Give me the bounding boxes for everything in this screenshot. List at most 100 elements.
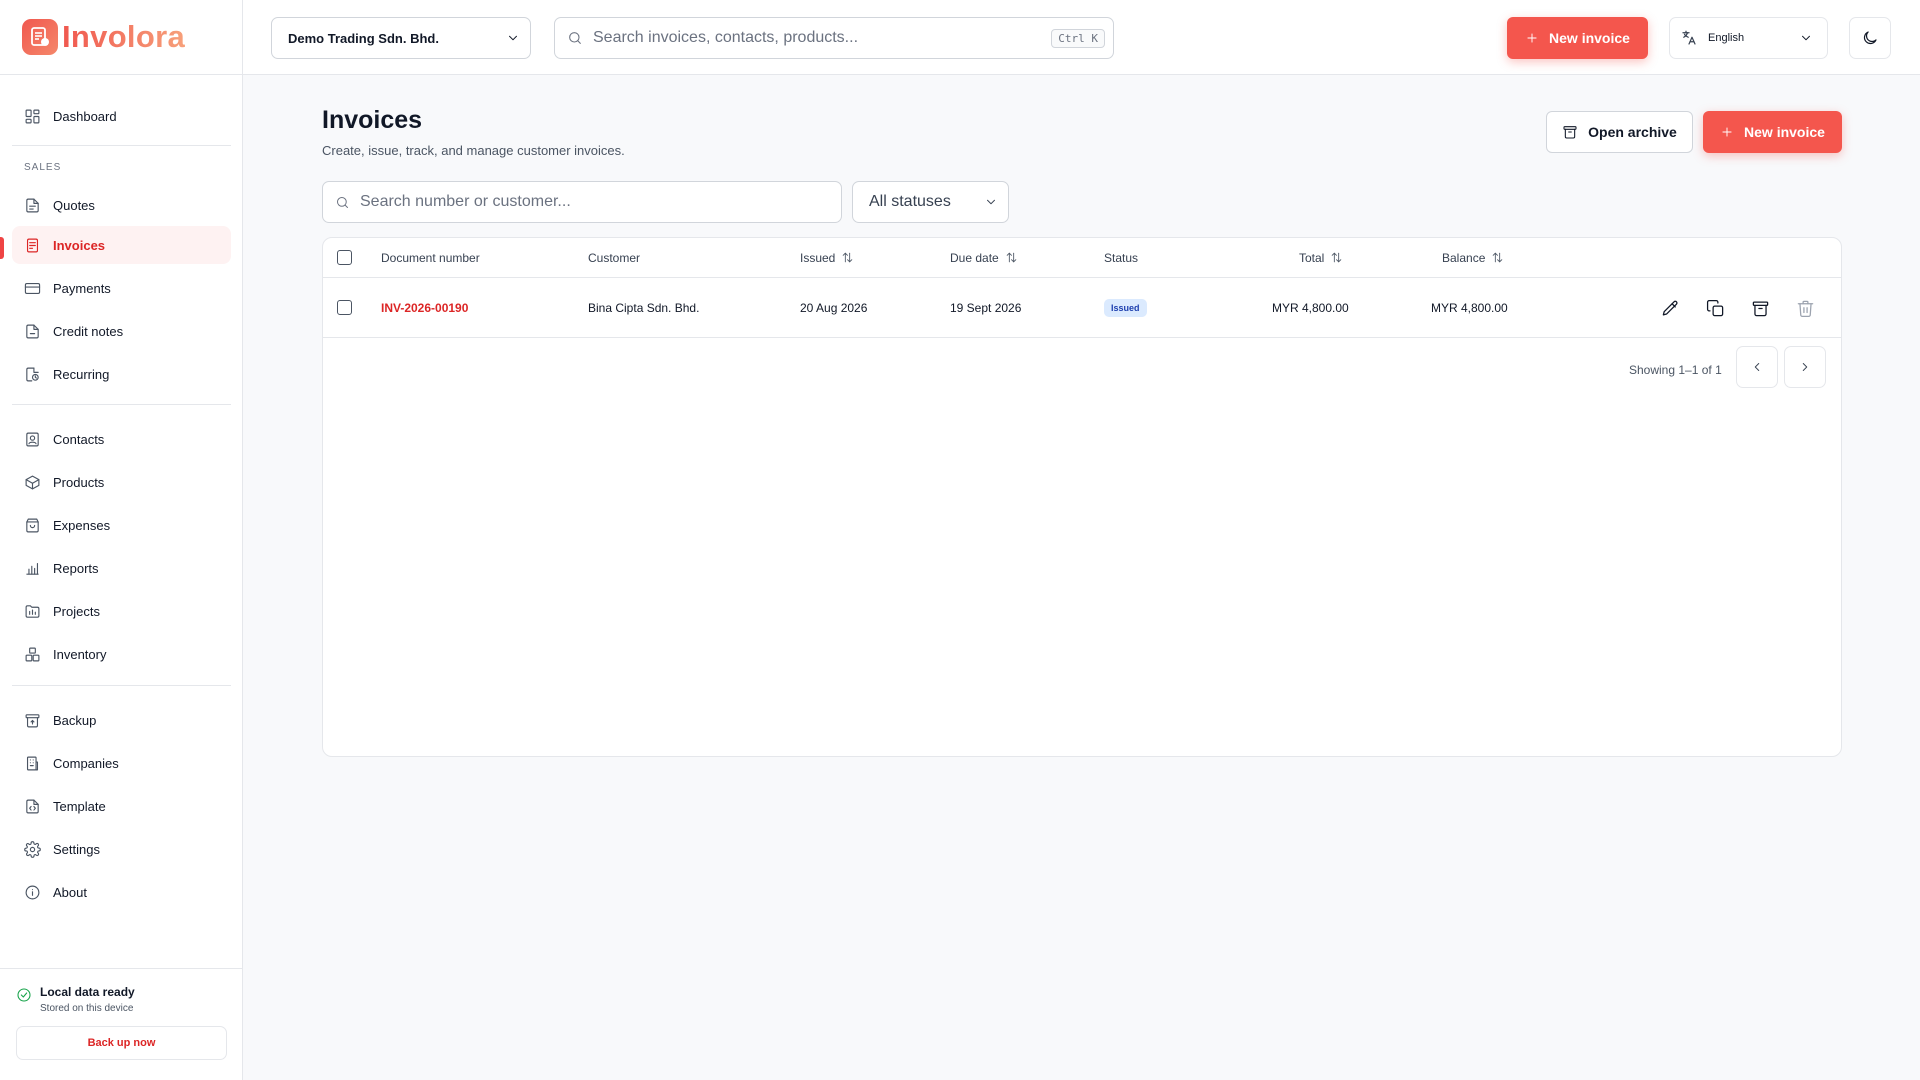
logo-icon xyxy=(22,19,58,55)
sidebar-item-label: Inventory xyxy=(53,646,107,662)
sidebar-item-label: Products xyxy=(53,474,105,490)
delete-button[interactable] xyxy=(1793,296,1817,320)
sort-icon xyxy=(843,252,853,263)
new-invoice-button[interactable]: New invoice xyxy=(1703,111,1842,153)
box-icon xyxy=(25,475,40,489)
cell-total: MYR 4,800.00 xyxy=(1272,300,1349,315)
sidebar-item-label: Reports xyxy=(53,560,99,576)
column-label: Status xyxy=(1104,250,1139,265)
info-icon xyxy=(25,885,40,899)
archive-icon xyxy=(25,713,40,727)
chevron-down-icon xyxy=(987,199,995,205)
edit-button[interactable] xyxy=(1658,296,1682,320)
sidebar-item-inventory[interactable]: Inventory xyxy=(12,635,231,673)
previous-page-button[interactable] xyxy=(1736,346,1778,388)
pencil-icon xyxy=(1662,300,1678,315)
sidebar-item-products[interactable]: Products xyxy=(12,463,231,501)
select-all-checkbox[interactable] xyxy=(337,250,352,265)
column-label: Document number xyxy=(381,250,480,265)
company-select[interactable]: Demo Trading Sdn. Bhd. xyxy=(271,17,531,59)
sidebar-item-label: Contacts xyxy=(53,431,105,447)
column-label: Total xyxy=(1299,250,1325,265)
sidebar-item-label: Settings xyxy=(53,841,100,857)
next-page-button[interactable] xyxy=(1784,346,1826,388)
sidebar-item-payments[interactable]: Payments xyxy=(12,269,231,307)
status-title: Local data ready xyxy=(40,985,135,999)
trash-icon xyxy=(1797,300,1813,317)
button-label: New invoice xyxy=(1744,124,1825,140)
chevron-left-icon xyxy=(1754,363,1760,371)
cell-customer: Bina Cipta Sdn. Bhd. xyxy=(588,300,700,315)
sidebar-item-contacts[interactable]: Contacts xyxy=(12,420,231,458)
translate-icon xyxy=(1682,30,1696,45)
sidebar-item-about[interactable]: About xyxy=(12,873,231,911)
sidebar-item-label: Projects xyxy=(53,603,100,619)
column-label: Due date xyxy=(950,250,999,265)
nav-divider xyxy=(12,404,231,405)
open-archive-button[interactable]: Open archive xyxy=(1546,111,1693,153)
recurring-icon xyxy=(26,367,39,381)
sidebar-item-label: Template xyxy=(53,798,106,814)
sidebar-item-invoices[interactable]: Invoices xyxy=(12,226,231,264)
pagination-summary: Showing 1–1 of 1 xyxy=(1629,363,1722,377)
sidebar-item-projects[interactable]: Projects xyxy=(12,592,231,630)
local-data-status: Local data ready Stored on this device xyxy=(16,985,227,1014)
plus-icon xyxy=(1722,127,1732,137)
sidebar-item-label: Recurring xyxy=(53,366,110,382)
sidebar-item-quotes[interactable]: Quotes xyxy=(12,186,231,224)
status-filter-value: All statuses xyxy=(869,193,951,210)
cell-due-date: 19 Sept 2026 xyxy=(950,300,1022,315)
back-up-now-button[interactable]: Back up now xyxy=(16,1026,227,1060)
select-all-cell xyxy=(337,238,352,277)
sidebar-item-backup[interactable]: Backup xyxy=(12,701,231,739)
global-search-input[interactable] xyxy=(593,29,1042,47)
sidebar-item-recurring[interactable]: Recurring xyxy=(12,355,231,393)
page-title: Invoices xyxy=(322,106,423,134)
cell-issued: 20 Aug 2026 xyxy=(800,300,868,315)
duplicate-button[interactable] xyxy=(1703,296,1727,320)
column-label: Balance xyxy=(1442,250,1486,265)
theme-toggle-button[interactable] xyxy=(1849,17,1891,59)
invoice-table-card: Document number Customer Issued Due date… xyxy=(322,237,1842,757)
column-total[interactable]: Total xyxy=(1299,238,1343,277)
file-minus-icon xyxy=(26,324,39,338)
sidebar-item-label: Invoices xyxy=(53,237,106,253)
button-label: Open archive xyxy=(1588,124,1677,140)
table-row[interactable]: INV-2026-00190 Bina Cipta Sdn. Bhd. 20 A… xyxy=(323,278,1841,338)
column-balance[interactable]: Balance xyxy=(1442,238,1504,277)
sidebar-item-template[interactable]: Template xyxy=(12,787,231,825)
chevron-down-icon xyxy=(1802,35,1810,41)
archive-button[interactable] xyxy=(1748,296,1772,320)
sidebar-item-label: Quotes xyxy=(53,197,95,213)
language-select[interactable]: English xyxy=(1669,17,1828,59)
building-icon xyxy=(26,756,39,770)
receipt-icon xyxy=(26,238,39,252)
sidebar-item-dashboard[interactable]: Dashboard xyxy=(12,97,231,135)
top-new-invoice-button[interactable]: New invoice xyxy=(1507,17,1648,59)
check-circle-icon xyxy=(17,988,31,1002)
app-logo[interactable]: Involora xyxy=(0,0,242,75)
invoice-search-input[interactable] xyxy=(360,193,829,211)
sidebar-item-settings[interactable]: Settings xyxy=(12,830,231,868)
gear-icon xyxy=(24,840,41,858)
sidebar-item-label: Credit notes xyxy=(53,323,124,339)
column-due-date[interactable]: Due date xyxy=(950,238,1018,277)
document-number-link[interactable]: INV-2026-00190 xyxy=(381,301,468,315)
row-checkbox[interactable] xyxy=(337,300,352,315)
column-document-number: Document number xyxy=(381,238,480,277)
cell-balance: MYR 4,800.00 xyxy=(1431,300,1508,315)
button-label: New invoice xyxy=(1549,30,1630,46)
status-filter-select[interactable]: All statuses xyxy=(852,181,1009,223)
sidebar-item-expenses[interactable]: Expenses xyxy=(12,506,231,544)
table-header: Document number Customer Issued Due date… xyxy=(323,238,1841,278)
sidebar-item-companies[interactable]: Companies xyxy=(12,744,231,782)
column-label: Customer xyxy=(588,250,641,265)
chevron-right-icon xyxy=(1802,363,1808,371)
sort-icon xyxy=(1006,252,1016,263)
column-issued[interactable]: Issued xyxy=(800,238,854,277)
sidebar-item-label: Dashboard xyxy=(53,108,117,124)
archive-icon xyxy=(1563,126,1577,139)
sidebar-item-reports[interactable]: Reports xyxy=(12,549,231,587)
sidebar-item-credit-notes[interactable]: Credit notes xyxy=(12,312,231,350)
sidebar-item-label: Backup xyxy=(53,712,97,728)
